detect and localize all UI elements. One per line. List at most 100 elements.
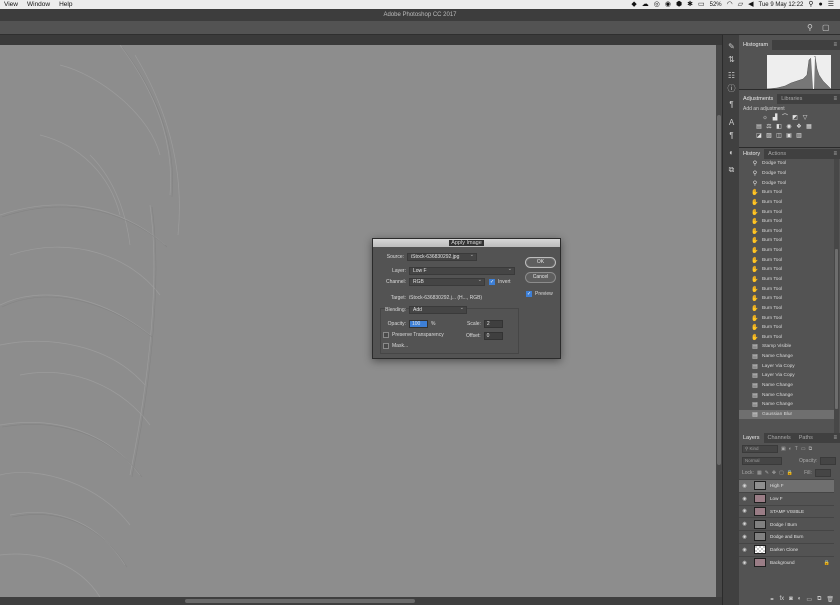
history-item[interactable]: ✋ Burn Tool (739, 275, 834, 285)
sliders-icon[interactable]: ☷ (726, 71, 737, 81)
layer-kind-filter[interactable]: ⚲ Kind (742, 445, 778, 453)
history-item[interactable]: ⚲ Dodge Tool (739, 159, 834, 169)
black-white-icon[interactable]: ◧ (775, 124, 783, 131)
character-icon[interactable]: A (726, 118, 737, 128)
history-item[interactable]: ✋ Burn Tool (739, 217, 834, 227)
properties-icon[interactable]: ⇅ (726, 55, 737, 65)
layer-row[interactable]: ◉ Low F (739, 491, 834, 505)
lock-artboard-icon[interactable]: ▢ (779, 470, 784, 476)
info-icon[interactable]: ⓘ (726, 84, 737, 94)
spotlight-icon[interactable]: ⚲ (808, 0, 813, 9)
panel-menu-icon[interactable]: ≡ (833, 433, 837, 443)
history-item[interactable]: ⚲ Dodge Tool (739, 178, 834, 188)
preserve-transparency-checkbox[interactable] (383, 332, 389, 338)
new-adjustment-icon[interactable]: ◐ (798, 596, 802, 603)
visibility-eye-icon[interactable]: ◉ (739, 560, 750, 566)
visibility-eye-icon[interactable]: ◉ (739, 508, 750, 514)
airplay-icon[interactable]: ▱ (738, 0, 743, 9)
eye-icon[interactable]: ◉ (665, 0, 671, 9)
mask-checkbox[interactable] (383, 343, 389, 349)
layer-row[interactable]: ◉ Background 🔒 (739, 555, 834, 569)
vibrance-icon[interactable]: ▽ (801, 115, 809, 122)
tab-history[interactable]: History (739, 149, 765, 159)
tab-histogram[interactable]: Histogram (739, 40, 773, 50)
history-item[interactable]: ▤ Stamp Visible (739, 342, 834, 352)
filter-smart-icon[interactable]: ⧉ (809, 446, 813, 452)
layer-select[interactable]: Low F (409, 266, 515, 275)
history-item[interactable]: ▤ Name Change (739, 390, 834, 400)
lock-icon[interactable]: 🔒 (824, 560, 830, 566)
history-brush-icon[interactable]: ✎ (726, 42, 737, 52)
history-item[interactable]: ✋ Burn Tool (739, 323, 834, 333)
levels-icon[interactable]: ▟ (771, 115, 779, 122)
panel-menu-icon[interactable]: ≡ (833, 94, 837, 104)
workspace-icon[interactable]: ▢ (822, 23, 830, 32)
history-scrollbar[interactable] (834, 159, 839, 442)
history-item[interactable]: ▤ Name Change (739, 381, 834, 391)
add-mask-icon[interactable]: ◙ (789, 596, 793, 603)
history-item[interactable]: ✋ Burn Tool (739, 304, 834, 314)
panel-menu-icon[interactable]: ≡ (833, 149, 837, 159)
horizontal-scroll-thumb[interactable] (185, 599, 415, 603)
offset-input[interactable]: 0 (483, 332, 503, 340)
opacity-input[interactable]: 100 (409, 320, 428, 328)
ok-button[interactable]: OK (525, 257, 556, 268)
visibility-eye-icon[interactable]: ◉ (739, 483, 750, 489)
filter-type-icon[interactable]: T (795, 446, 798, 452)
shield-icon[interactable]: ⬢ (676, 0, 682, 9)
blending-select[interactable]: Add (409, 305, 467, 314)
history-item[interactable]: ▤ Gaussian Blur (739, 409, 834, 420)
bluetooth-icon[interactable]: ✱ (687, 0, 693, 9)
paragraph-icon[interactable]: ¶ (726, 100, 737, 110)
vertical-scroll-thumb[interactable] (717, 115, 721, 465)
history-scroll-thumb[interactable] (835, 249, 838, 409)
visibility-eye-icon[interactable]: ◉ (739, 547, 750, 553)
panel-menu-icon[interactable]: ≡ (833, 40, 837, 50)
link-layers-icon[interactable]: ⚭ (769, 596, 774, 603)
new-group-icon[interactable]: ▭ (806, 596, 812, 603)
channel-mixer-icon[interactable]: ❖ (795, 124, 803, 131)
source-select[interactable]: iStock-636830292.jpg (407, 252, 477, 261)
history-item[interactable]: ✋ Burn Tool (739, 188, 834, 198)
visibility-eye-icon[interactable]: ◉ (739, 496, 750, 502)
scale-input[interactable]: 2 (483, 320, 503, 328)
filter-adjustment-icon[interactable]: ◐ (789, 446, 792, 452)
menu-view[interactable]: View (0, 1, 23, 8)
history-item[interactable]: ✋ Burn Tool (739, 313, 834, 323)
menu-window[interactable]: Window (23, 1, 55, 8)
tab-adjustments[interactable]: Adjustments (739, 94, 778, 104)
layer-row[interactable]: ◉ STAMP VISIBLE (739, 504, 834, 518)
color-balance-icon[interactable]: ⚖ (765, 124, 773, 131)
tab-actions[interactable]: Actions (764, 149, 790, 159)
invert-checkbox[interactable]: ✓ (489, 279, 495, 285)
channel-select[interactable]: RGB (409, 277, 485, 286)
history-item[interactable]: ▤ Name Change (739, 400, 834, 410)
volume-icon[interactable]: ◀ (748, 0, 753, 9)
wifi-icon[interactable]: ◠ (727, 0, 733, 9)
delete-layer-icon[interactable]: 🗑 (826, 596, 834, 603)
selective-color-icon[interactable]: ▣ (785, 133, 793, 140)
history-item[interactable]: ⚲ Dodge Tool (739, 169, 834, 179)
battery-icon[interactable]: ▭ (698, 0, 705, 9)
history-item[interactable]: ✋ Burn Tool (739, 246, 834, 256)
layer-row[interactable]: ◉ High F (739, 479, 834, 492)
lock-all-icon[interactable]: 🔒 (787, 470, 793, 476)
clone-source-icon[interactable]: ⧉ (726, 165, 737, 175)
invert-icon[interactable]: ◪ (755, 133, 763, 140)
history-item[interactable]: ▤ Layer Via Copy (739, 361, 834, 371)
cancel-button[interactable]: Cancel (525, 272, 556, 283)
brightness-icon[interactable]: ☼ (761, 115, 769, 122)
clock[interactable]: Tue 9 May 12:22 (759, 2, 804, 8)
preview-checkbox[interactable]: ✓ (526, 291, 532, 297)
tab-libraries[interactable]: Libraries (777, 94, 806, 104)
photo-filter-icon[interactable]: ◉ (785, 124, 793, 131)
history-item[interactable]: ✋ Burn Tool (739, 265, 834, 275)
history-item[interactable]: ✋ Burn Tool (739, 226, 834, 236)
canvas[interactable] (0, 45, 716, 597)
dropbox-icon[interactable]: ◆ (631, 0, 636, 9)
canvas-horizontal-scrollbar[interactable] (0, 597, 722, 605)
visibility-eye-icon[interactable]: ◉ (739, 521, 750, 527)
history-item[interactable]: ✋ Burn Tool (739, 255, 834, 265)
filter-shape-icon[interactable]: ▭ (801, 446, 806, 452)
hue-saturation-icon[interactable]: ▤ (755, 124, 763, 131)
